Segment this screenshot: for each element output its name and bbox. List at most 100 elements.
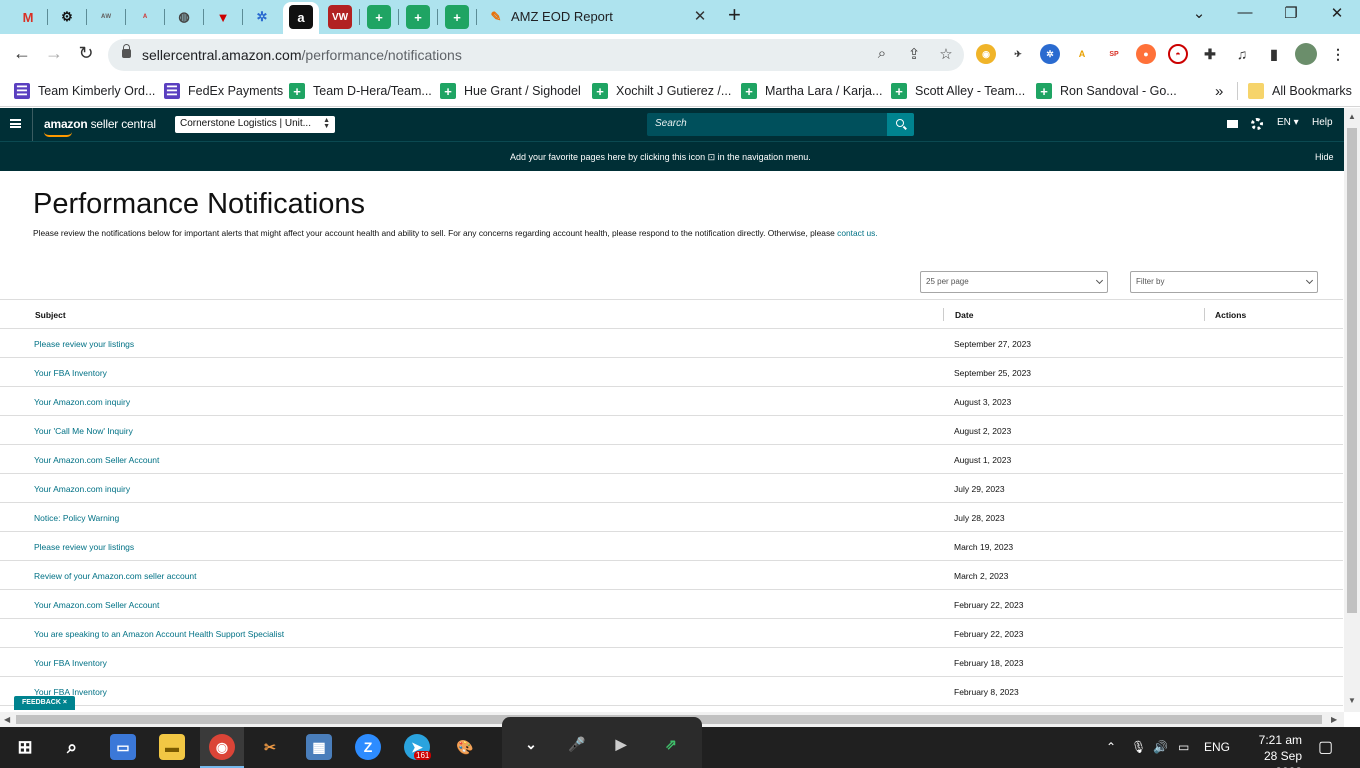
notification-subject-link[interactable]: Please review your listings [34,542,134,552]
subject-column-header[interactable]: Subject [35,310,66,320]
gmail-tab-icon[interactable]: M [16,5,40,29]
zoom-app-icon[interactable]: Z [355,734,381,760]
volume-icon[interactable]: 🔊 [1153,740,1168,754]
extension-icon[interactable]: ✲ [1040,44,1060,64]
bookmark-item[interactable]: + Martha Lara / Karja... [741,82,882,100]
globe-tab-icon[interactable]: ◍ [172,5,196,29]
extension-icon[interactable]: ● [1136,44,1156,64]
scroll-down-icon[interactable]: ▼ [1348,696,1356,705]
chevron-down-icon[interactable]: ⌄ [518,731,544,757]
lock-icon[interactable] [122,44,131,58]
snipping-tool-icon[interactable]: ✂ [257,734,283,760]
contact-us-link[interactable]: contact us. [837,228,878,238]
minimize-icon[interactable]: — [1230,4,1260,21]
back-icon[interactable]: ← [10,43,34,64]
url-text[interactable]: sellercentral.amazon.com/performance/not… [142,47,462,63]
mic-muted-icon[interactable]: 🎤 [564,731,590,757]
search-icon[interactable]: ⌕ [59,734,85,760]
new-tab-icon[interactable]: + [728,2,741,28]
chrome-icon[interactable]: ◉ [209,734,235,760]
menu-icon[interactable] [10,119,21,128]
forward-icon[interactable]: → [42,43,66,64]
address-bar[interactable]: sellercentral.amazon.com/performance/not… [108,39,964,71]
share-icon[interactable]: ⇪ [904,45,924,63]
help-link[interactable]: Help [1312,117,1333,128]
restore-icon[interactable]: ❐ [1276,4,1306,22]
search-icon[interactable] [887,113,914,136]
filter-select[interactable]: Filter by [1130,271,1318,293]
bookmark-item[interactable]: + Ron Sandoval - Go... [1036,82,1177,100]
chatgpt-tab-icon[interactable]: ⚙ [55,5,79,29]
tab-title[interactable]: AMZ EOD Report [511,9,613,24]
search-input[interactable]: Search [647,113,887,136]
zoom-icon[interactable]: ⌕ [872,45,892,62]
close-window-icon[interactable]: ✕ [1322,4,1352,22]
sheets-tab-icon[interactable]: + [406,5,430,29]
notification-subject-link[interactable]: You are speaking to an Amazon Account He… [34,629,284,639]
camera-off-icon[interactable]: ▶ [608,731,634,757]
sheets-tab-icon[interactable]: + [445,5,469,29]
extension-icon[interactable]: A [1072,44,1092,64]
gear-icon[interactable] [1251,118,1263,130]
browser-menu-icon[interactable]: ⋮ [1328,44,1348,64]
notification-subject-link[interactable]: Your FBA Inventory [34,658,107,668]
scroll-thumb[interactable] [1347,128,1357,613]
side-panel-icon[interactable]: ▮ [1264,44,1284,64]
app-tab-icon[interactable]: ✲ [250,5,274,29]
notification-subject-link[interactable]: Your Amazon.com inquiry [34,397,130,407]
more-bookmarks-icon[interactable]: » [1215,82,1223,100]
notification-subject-link[interactable]: Your 'Call Me Now' Inquiry [34,426,133,436]
scroll-up-icon[interactable]: ▲ [1348,112,1356,121]
language-selector[interactable]: EN ▾ [1277,117,1299,128]
notification-subject-link[interactable]: Your FBA Inventory [34,368,107,378]
notification-subject-link[interactable]: Your Amazon.com Seller Account [34,600,159,610]
bookmark-item[interactable]: + Scott Alley - Team... [891,82,1025,100]
bookmark-item[interactable]: + Hue Grant / Sighodel [440,82,581,100]
extension-icon[interactable]: ◉ [976,44,996,64]
tab-amazon-active[interactable]: a [283,2,319,34]
hide-tip-button[interactable]: Hide [1315,152,1334,162]
microphone-icon[interactable]: 🎙 [1131,740,1146,754]
vw-tab-icon[interactable]: VW [328,5,352,29]
per-page-select[interactable]: 25 per page [920,271,1108,293]
extension-icon[interactable]: ◓ [1168,44,1188,64]
bookmark-item[interactable]: ☰ FedEx Payments [164,82,283,100]
scroll-right-icon[interactable]: ▶ [1331,715,1337,724]
windows-start-icon[interactable]: ⊞ [12,734,38,760]
notification-subject-link[interactable]: Your Amazon.com inquiry [34,484,130,494]
vertical-scrollbar[interactable]: ▲ ▼ [1344,108,1360,712]
desktop-app-icon[interactable]: ▭ [110,734,136,760]
tray-overflow-icon[interactable]: ⌃ [1106,740,1116,754]
mail-icon[interactable] [1227,120,1238,128]
notification-subject-link[interactable]: Please review your listings [34,339,134,349]
language-indicator[interactable]: ENG [1204,740,1230,754]
scroll-left-icon[interactable]: ◀ [4,715,10,724]
bookmark-item[interactable]: ☰ Team Kimberly Ord... [14,82,155,100]
extension-icon[interactable]: SP [1104,44,1124,64]
puzzle-icon[interactable]: ✚ [1200,44,1220,64]
account-switcher[interactable]: Cornerstone Logistics | Unit... ▲ ▼ [175,116,335,133]
app-tab-icon[interactable]: ᴬᵂ [94,5,118,29]
system-clock[interactable]: 7:21 am 28 Sep 2023 [1238,732,1302,768]
tab-close-icon[interactable]: ✕ [692,7,708,25]
paint-icon[interactable]: 🎨 [452,734,478,760]
feedback-button[interactable]: FEEDBACK × [14,696,75,710]
calculator-icon[interactable]: ▦ [306,734,332,760]
sheets-tab-icon[interactable]: + [367,5,391,29]
notification-subject-link[interactable]: Notice: Policy Warning [34,513,119,523]
tab-search-icon[interactable]: ⌄ [1184,4,1214,22]
share-screen-icon[interactable]: ⇗ [658,731,684,757]
file-explorer-icon[interactable]: ▬ [159,734,185,760]
seller-central-logo[interactable]: amazon seller central [44,117,156,131]
app-tab-icon[interactable]: ▼ [211,5,235,29]
bookmark-item[interactable]: + Xochilt J Gutierez /... [592,82,731,100]
report-tab-icon[interactable]: ✎ [484,5,508,29]
bookmark-item[interactable]: + Team D-Hera/Team... [289,82,432,100]
network-icon[interactable]: ▭ [1178,740,1189,754]
reload-icon[interactable]: ↻ [74,43,98,64]
date-column-header[interactable]: Date [955,310,973,320]
app-tab-icon[interactable]: ᴬ [133,5,157,29]
notification-subject-link[interactable]: Review of your Amazon.com seller account [34,571,197,581]
extension-icon[interactable]: ✈ [1008,44,1028,64]
notifications-icon[interactable]: ▢ [1318,737,1333,757]
